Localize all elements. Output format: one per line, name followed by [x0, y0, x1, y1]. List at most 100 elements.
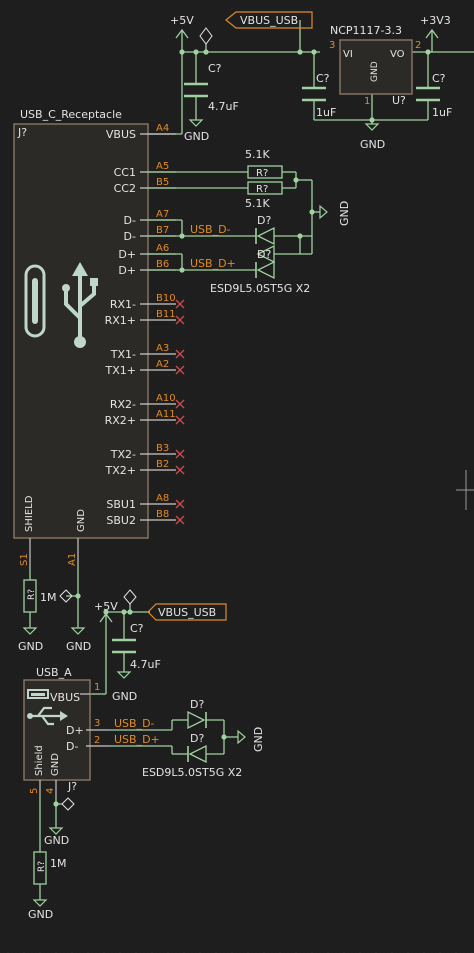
usbc-pin-number: A10	[156, 393, 176, 404]
usbc-pin-number: B6	[156, 259, 169, 270]
usbc-pin-number: A7	[156, 209, 169, 220]
usbc-pin-number: A2	[156, 359, 169, 370]
plus5v-top-label: +5V	[170, 14, 194, 27]
usbc-pin-name: D-	[124, 214, 136, 227]
svg-text:GND: GND	[184, 130, 209, 143]
usbc-pin-number: A6	[156, 243, 169, 254]
usbc-pin-name: SBU1	[106, 498, 136, 511]
svg-text:D?: D?	[257, 214, 271, 227]
svg-text:4.7uF: 4.7uF	[208, 100, 239, 113]
svg-text:R?: R?	[256, 184, 268, 195]
svg-text:NCP1117-3.3: NCP1117-3.3	[330, 24, 402, 37]
svg-text:GND: GND	[18, 640, 43, 653]
svg-text:GND: GND	[66, 640, 91, 653]
usbc-pin-name: TX2+	[105, 464, 136, 477]
usba-pin4: 4	[45, 788, 56, 794]
svg-text:VO: VO	[390, 49, 405, 60]
svg-text:GND: GND	[28, 908, 53, 921]
usbc-pin-number: A11	[156, 409, 176, 420]
svg-text:VBUS_USB: VBUS_USB	[158, 606, 216, 619]
usbc-pin-number: B8	[156, 509, 169, 520]
svg-text:D?: D?	[190, 698, 204, 711]
usbc-pin-number: A4	[156, 123, 169, 134]
usba-pin2: 2	[94, 735, 100, 746]
svg-text:5.1K: 5.1K	[245, 148, 270, 161]
svg-text:C?: C?	[432, 72, 446, 85]
usbc-pin-number: B10	[156, 293, 176, 304]
svg-text:GND: GND	[360, 138, 385, 151]
svg-text:2: 2	[415, 40, 421, 51]
svg-text:R?: R?	[37, 861, 47, 872]
svg-text:3: 3	[329, 40, 335, 51]
svg-text:SHIELD: SHIELD	[24, 495, 35, 532]
usba-connector[interactable]: VBUS D+ D- Shield GND J?	[23, 679, 91, 793]
usbc-pin-name: RX2-	[110, 398, 136, 411]
svg-text:Shield: Shield	[34, 745, 45, 776]
usb-dp-label-bot: USB_D+	[114, 733, 160, 746]
esd-bot-part-label: ESD9L5.0ST5G X2	[142, 766, 242, 779]
schematic-canvas: +5V +3V3 VBUS_USB C? 4.7uF GND C? 1uF NC…	[0, 0, 474, 953]
usbc-pin-number: A8	[156, 493, 169, 504]
svg-text:U?: U?	[392, 94, 406, 107]
esd-top-part-label: ESD9L5.0ST5G X2	[210, 282, 310, 295]
junction-a1	[75, 593, 81, 599]
svg-text:1uF: 1uF	[432, 106, 452, 119]
svg-text:1M: 1M	[50, 857, 67, 870]
svg-text:1uF: 1uF	[316, 106, 336, 119]
usbc-pin-name: D+	[118, 264, 136, 277]
svg-text:D+: D+	[66, 724, 84, 737]
svg-text:1M: 1M	[40, 591, 57, 604]
usbc-pin-number: B7	[156, 225, 169, 236]
svg-text:GND: GND	[252, 727, 265, 752]
svg-text:4.7uF: 4.7uF	[130, 658, 161, 671]
usb-dp-label-top: USB_D+	[190, 257, 236, 270]
svg-text:J?: J?	[67, 780, 77, 793]
svg-text:C?: C?	[316, 72, 330, 85]
pin-s1-label: S1	[19, 553, 30, 566]
svg-text:VBUS_USB: VBUS_USB	[240, 14, 298, 27]
svg-text:1: 1	[364, 96, 370, 107]
svg-text:R?: R?	[27, 589, 37, 600]
usbc-pin-name: RX1+	[105, 314, 136, 327]
usbc-pin-number: A5	[156, 161, 169, 172]
svg-text:VI: VI	[343, 49, 353, 60]
svg-text:GND: GND	[370, 61, 380, 82]
usbc-pin-number: B5	[156, 177, 169, 188]
usbc-pin-name: RX1-	[110, 298, 136, 311]
svg-text:D?: D?	[257, 248, 271, 261]
usbc-pin-number: A3	[156, 343, 169, 354]
svg-text:5.1K: 5.1K	[245, 197, 270, 210]
svg-text:VBUS: VBUS	[50, 691, 80, 704]
svg-text:C?: C?	[130, 622, 144, 635]
usbc-pin-name: TX2-	[110, 448, 136, 461]
svg-text:GND: GND	[76, 509, 87, 532]
vbus-usb-label-mid[interactable]: VBUS_USB	[147, 603, 227, 621]
usba-pin5: 5	[29, 788, 40, 794]
svg-text:D?: D?	[190, 732, 204, 745]
svg-text:J?: J?	[17, 126, 27, 139]
usba-pin3: 3	[94, 718, 100, 729]
svg-text:D-: D-	[66, 740, 78, 753]
usbc-pin-name: TX1+	[105, 364, 136, 377]
svg-text:GND: GND	[44, 834, 69, 847]
svg-text:C?: C?	[208, 62, 222, 75]
usbc-pin-name: CC2	[114, 182, 136, 195]
usbc-pin-name: CC1	[114, 166, 136, 179]
usbc-pin-name: TX1-	[110, 348, 136, 361]
usbc-title: USB_C_Receptacle	[20, 108, 122, 121]
usbc-pin-number: B2	[156, 459, 169, 470]
pin-a1-label: A1	[67, 553, 78, 566]
usbc-pin-name: D+	[118, 248, 136, 261]
usbc-pin-name: SBU2	[106, 514, 136, 527]
usb-dm-label-bot: USB_D-	[114, 717, 155, 730]
usbc-pin-name: RX2+	[105, 414, 136, 427]
plus3v3-label: +3V3	[420, 14, 451, 27]
usba-title: USB_A	[36, 666, 72, 679]
usba-pin1: 1	[94, 682, 100, 693]
svg-text:R?: R?	[256, 168, 268, 179]
svg-text:GND: GND	[50, 753, 61, 776]
usbc-pin-name: D-	[124, 230, 136, 243]
usb-dm-label-top: USB_D-	[190, 223, 231, 236]
svg-text:GND: GND	[338, 201, 351, 226]
usbc-pin-number: B11	[156, 309, 176, 320]
